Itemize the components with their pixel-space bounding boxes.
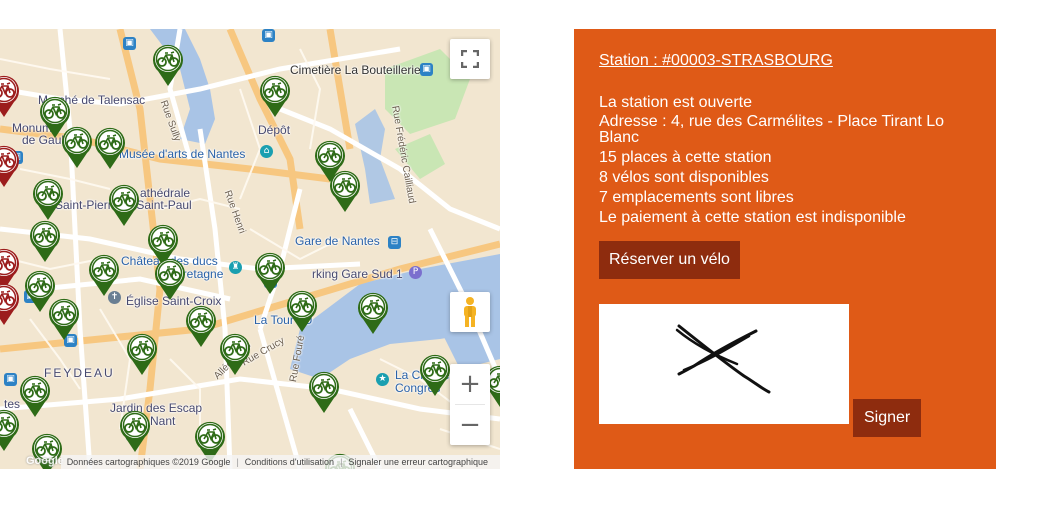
bicycle-icon	[330, 170, 360, 212]
bike-station-marker[interactable]	[93, 126, 127, 170]
zoom-in-button[interactable]: +	[450, 364, 490, 404]
signature-canvas[interactable]	[599, 304, 849, 424]
castle-icon[interactable]: ♜	[229, 261, 242, 274]
bicycle-icon	[120, 410, 150, 452]
bike-station-marker[interactable]	[87, 253, 121, 297]
bike-station-marker[interactable]	[218, 332, 252, 376]
map-label-gare: Gare de Nantes	[295, 234, 380, 248]
zoom-out-button[interactable]: −	[450, 405, 490, 445]
transit-icon[interactable]: ▣	[262, 29, 275, 42]
bicycle-icon	[62, 126, 92, 168]
map-label-depot: Dépôt	[258, 123, 291, 137]
bicycle-icon	[0, 409, 19, 451]
map-label-feydeau: FEYDEAU	[44, 366, 115, 380]
map-label-parking: rking Gare Sud 1	[312, 267, 403, 281]
bicycle-icon	[287, 290, 317, 332]
map-label-musee: Musée d'arts de Nantes	[119, 147, 246, 161]
bike-station-marker[interactable]	[253, 251, 287, 295]
sign-button[interactable]: Signer	[853, 399, 922, 437]
map-data-credit: Données cartographiques ©2019 Google	[66, 457, 231, 467]
bike-station-marker[interactable]	[153, 257, 187, 301]
bike-station-marker[interactable]	[60, 125, 94, 169]
reserve-bike-button[interactable]: Réserver un vélo	[599, 241, 740, 279]
bicycle-icon	[95, 127, 125, 169]
zoom-control: + −	[450, 364, 490, 445]
bicycle-icon	[0, 75, 19, 117]
bike-station-marker[interactable]	[0, 408, 21, 452]
bicycle-icon	[309, 371, 339, 413]
bike-station-marker[interactable]	[328, 169, 362, 213]
bike-station-marker[interactable]	[47, 297, 81, 341]
google-logo[interactable]: Google	[26, 455, 64, 467]
bicycle-icon	[358, 292, 388, 334]
bicycle-icon	[33, 178, 64, 220]
bicycle-icon	[155, 258, 185, 300]
parking-icon[interactable]: P	[409, 266, 422, 279]
street-view-button[interactable]	[450, 292, 490, 332]
bike-station-marker[interactable]	[151, 43, 185, 87]
transit-icon[interactable]: ▣	[123, 37, 136, 50]
bike-station-marker[interactable]	[28, 219, 62, 263]
bicycle-icon	[220, 333, 250, 375]
bike-station-marker[interactable]	[125, 332, 159, 376]
station-places: 15 places à cette station	[599, 149, 772, 166]
bicycle-icon	[255, 252, 285, 294]
map-label-cimetiere: Cimetière La Bouteillerie	[290, 63, 421, 77]
station-free-slots: 7 emplacements sont libres	[599, 189, 794, 206]
station-payment: Le paiement à cette station est indispon…	[599, 209, 906, 226]
bicycle-icon	[49, 298, 79, 340]
bicycle-icon	[20, 375, 51, 417]
bicycle-icon	[127, 333, 157, 375]
train-icon[interactable]: ⊟	[388, 236, 401, 249]
bike-station-marker[interactable]	[418, 353, 452, 397]
terms-link[interactable]: Conditions d'utilisation	[239, 457, 340, 467]
bicycle-icon	[30, 220, 61, 262]
bike-station-marker[interactable]	[118, 409, 152, 453]
station-title: Station : #00003-STRASBOURG	[599, 52, 833, 69]
bicycle-icon	[186, 305, 216, 347]
bicycle-icon	[109, 184, 139, 226]
bike-station-marker[interactable]	[107, 183, 141, 227]
bike-station-marker[interactable]	[258, 74, 292, 118]
station-address: Adresse : 4, rue des Carmélites - Place …	[599, 113, 945, 146]
pegman-icon	[464, 297, 476, 327]
museum-icon[interactable]: ⌂	[260, 145, 273, 158]
station-map[interactable]: Cimetière La Bouteillerie Marché de Tale…	[0, 29, 500, 469]
fullscreen-icon	[461, 50, 479, 68]
station-panel: Station : #00003-STRASBOURG La station e…	[574, 29, 996, 469]
bike-station-marker[interactable]	[0, 74, 21, 118]
bicycle-icon	[260, 75, 290, 117]
map-attribution: Données cartographiques ©2019 Google | C…	[60, 455, 500, 469]
bicycle-icon	[89, 254, 119, 296]
station-info: La station est ouverte Adresse : 4, rue …	[599, 94, 969, 229]
bicycle-icon	[0, 283, 19, 325]
bike-station-marker[interactable]	[356, 291, 390, 335]
bicycle-icon	[0, 145, 19, 187]
bike-station-marker[interactable]	[31, 177, 65, 221]
bicycle-icon	[420, 354, 450, 396]
bike-station-marker[interactable]	[0, 144, 21, 188]
venue-icon[interactable]: ★	[376, 373, 389, 386]
fullscreen-button[interactable]	[450, 39, 490, 79]
bike-station-marker[interactable]	[0, 282, 21, 326]
bike-station-marker[interactable]	[18, 374, 52, 418]
bike-station-marker[interactable]	[285, 289, 319, 333]
transit-icon[interactable]: ▣	[420, 63, 433, 76]
bicycle-icon	[153, 44, 183, 86]
station-status: La station est ouverte	[599, 94, 752, 111]
signature-drawing	[675, 324, 771, 394]
bike-station-marker[interactable]	[307, 370, 341, 414]
bike-station-marker[interactable]	[184, 304, 218, 348]
transit-icon[interactable]: ▣	[4, 373, 17, 386]
report-error-link[interactable]: Signaler une erreur cartographique	[342, 457, 494, 467]
station-bikes: 8 vélos sont disponibles	[599, 169, 769, 186]
